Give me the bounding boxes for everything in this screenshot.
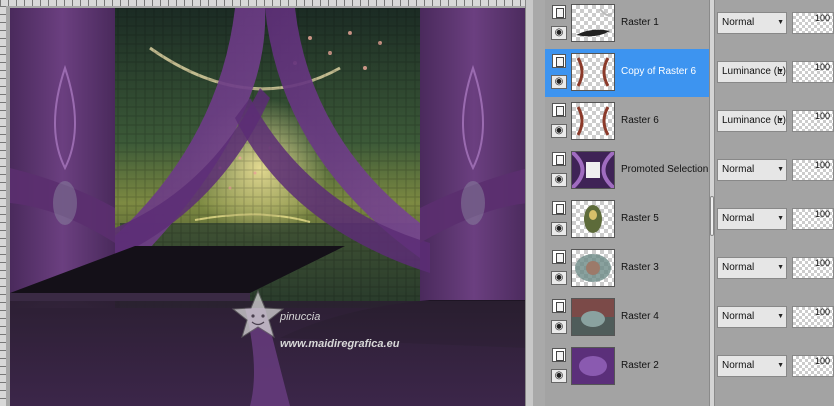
image-canvas-area[interactable]: pinuccia www.maidiregrafica.eu — [0, 0, 533, 406]
layer-thumbnail — [571, 53, 615, 91]
eye-icon[interactable]: ◉ — [551, 26, 567, 40]
layer-thumbnail — [571, 102, 615, 140]
opacity-field[interactable]: 100 — [792, 12, 834, 34]
opacity-field[interactable]: 100 — [792, 306, 834, 328]
opacity-field[interactable]: 100 — [792, 61, 834, 83]
blend-mode-select[interactable]: Normal ▼ — [717, 355, 787, 377]
blend-mode-select[interactable]: Normal ▼ — [717, 208, 787, 230]
layer-list: ◉ Raster 1 ◉ Copy of Raster 6 ◉ Raster 6 — [545, 0, 709, 406]
blend-mode-select[interactable]: Luminance (L) ▼ — [717, 110, 787, 132]
layer-props-row: Luminance (L) ▼ 100 — [715, 49, 834, 97]
layer-props-row: Normal ▼ 100 — [715, 0, 834, 48]
layer-row-raster-6[interactable]: ◉ Raster 6 — [545, 98, 709, 146]
watermark-url: www.maidiregrafica.eu — [280, 338, 400, 350]
layer-props-row: Normal ▼ 100 — [715, 294, 834, 342]
layer-name: Copy of Raster 6 — [621, 66, 697, 77]
layer-properties: Normal ▼ 100 Luminance (L) ▼ 100 Luminance… — [715, 0, 834, 406]
opacity-field[interactable]: 100 — [792, 208, 834, 230]
chevron-down-icon: ▼ — [777, 19, 784, 26]
raster-layer-icon — [552, 152, 566, 166]
layer-props-row: Luminance (L) ▼ 100 — [715, 98, 834, 146]
layer-props-row: Normal ▼ 100 — [715, 343, 834, 391]
layer-props-row: Normal ▼ 100 — [715, 147, 834, 195]
layer-row-raster-2[interactable]: ◉ Raster 2 — [545, 343, 709, 391]
blend-mode-select[interactable]: Normal ▼ — [717, 12, 787, 34]
raster-layer-icon — [552, 54, 566, 68]
watermark-name: pinuccia — [280, 311, 321, 323]
layer-row-raster-1[interactable]: ◉ Raster 1 — [545, 0, 709, 48]
chevron-down-icon: ▼ — [777, 117, 784, 124]
eye-icon[interactable]: ◉ — [551, 124, 567, 138]
splitter-handle[interactable] — [710, 196, 714, 236]
artwork — [10, 8, 528, 406]
blend-mode-select[interactable]: Normal ▼ — [717, 306, 787, 328]
layer-row-promoted-selection[interactable]: ◉ Promoted Selection — [545, 147, 709, 195]
layer-name: Promoted Selection — [621, 164, 709, 175]
layer-row-copy-of-raster-6[interactable]: ◉ Copy of Raster 6 — [545, 49, 709, 97]
raster-layer-icon — [552, 299, 566, 313]
chevron-down-icon: ▼ — [777, 264, 784, 271]
raster-layer-icon — [552, 201, 566, 215]
raster-layer-icon — [552, 250, 566, 264]
raster-layer-icon — [552, 103, 566, 117]
layer-row-raster-3[interactable]: ◉ Raster 3 — [545, 245, 709, 293]
layer-props-row: Normal ▼ 100 — [715, 245, 834, 293]
chevron-down-icon: ▼ — [777, 166, 784, 173]
eye-icon[interactable]: ◉ — [551, 222, 567, 236]
layer-name: Raster 5 — [621, 213, 659, 224]
layer-name: Raster 2 — [621, 360, 659, 371]
chevron-down-icon: ▼ — [777, 68, 784, 75]
horizontal-ruler — [0, 0, 533, 6]
layer-thumbnail — [571, 249, 615, 287]
eye-icon[interactable]: ◉ — [551, 271, 567, 285]
opacity-field[interactable]: 100 — [792, 159, 834, 181]
document-image[interactable]: pinuccia www.maidiregrafica.eu — [10, 8, 528, 406]
blend-mode-select[interactable]: Luminance (L) ▼ — [717, 61, 787, 83]
raster-layer-icon — [552, 5, 566, 19]
layer-props-row: Normal ▼ 100 — [715, 196, 834, 244]
canvas-vertical-scrollbar[interactable] — [525, 0, 533, 406]
layer-thumbnail — [571, 298, 615, 336]
chevron-down-icon: ▼ — [777, 362, 784, 369]
layer-thumbnail — [571, 4, 615, 42]
layer-row-raster-5[interactable]: ◉ Raster 5 — [545, 196, 709, 244]
layer-thumbnail — [571, 347, 615, 385]
chevron-down-icon: ▼ — [777, 313, 784, 320]
chevron-down-icon: ▼ — [777, 215, 784, 222]
blend-mode-select[interactable]: Normal ▼ — [717, 159, 787, 181]
layer-name: Raster 1 — [621, 17, 659, 28]
layer-row-raster-4[interactable]: ◉ Raster 4 — [545, 294, 709, 342]
layers-palette: ◉ Raster 1 ◉ Copy of Raster 6 ◉ Raster 6 — [533, 0, 834, 406]
opacity-field[interactable]: 100 — [792, 355, 834, 377]
opacity-field[interactable]: 100 — [792, 110, 834, 132]
layer-thumbnail — [571, 151, 615, 189]
raster-layer-icon — [552, 348, 566, 362]
eye-icon[interactable]: ◉ — [551, 320, 567, 334]
layer-name: Raster 3 — [621, 262, 659, 273]
eye-icon[interactable]: ◉ — [551, 173, 567, 187]
layer-thumbnail — [571, 200, 615, 238]
eye-icon[interactable]: ◉ — [551, 75, 567, 89]
layer-name: Raster 6 — [621, 115, 659, 126]
layer-name: Raster 4 — [621, 311, 659, 322]
opacity-field[interactable]: 100 — [792, 257, 834, 279]
eye-icon[interactable]: ◉ — [551, 369, 567, 383]
vertical-ruler — [0, 6, 6, 406]
blend-mode-select[interactable]: Normal ▼ — [717, 257, 787, 279]
